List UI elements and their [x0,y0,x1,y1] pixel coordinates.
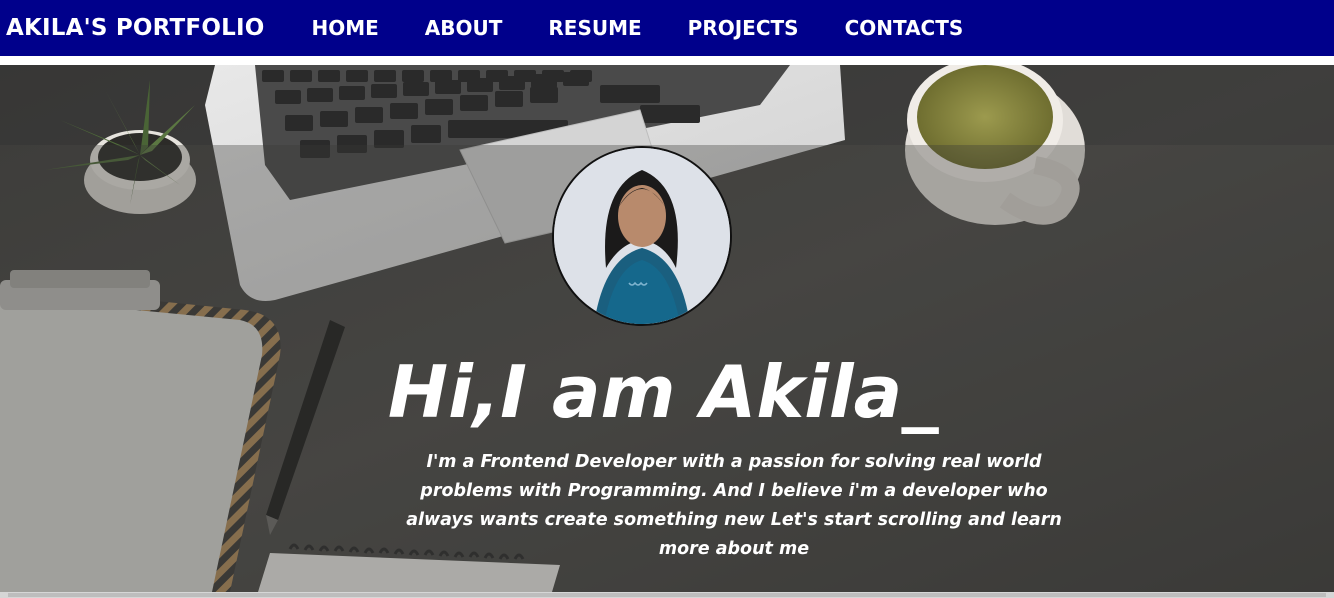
nav-link-contacts[interactable]: CONTACTS [845,16,964,40]
site-brand[interactable]: AKILA'S PORTFOLIO [6,15,264,41]
profile-photo-image [554,148,730,324]
hero-section: Hi,I am Akila_ I'm a Frontend Developer … [0,65,1334,592]
nav-link-home[interactable]: HOME [311,16,378,40]
horizontal-scrollbar-thumb[interactable] [8,593,1326,597]
navbar: AKILA'S PORTFOLIO HOME ABOUT RESUME PROJ… [0,0,1334,56]
hero-intro-text: I'm a Frontend Developer with a passion … [406,452,1062,559]
nav-link-about[interactable]: ABOUT [425,16,503,40]
hero-headline: Hi,I am Akila_ [387,350,939,434]
profile-photo [552,146,732,326]
nav-link-resume[interactable]: RESUME [548,16,641,40]
nav-link-projects[interactable]: PROJECTS [688,16,799,40]
nav-links: HOME ABOUT RESUME PROJECTS CONTACTS [311,16,1009,40]
